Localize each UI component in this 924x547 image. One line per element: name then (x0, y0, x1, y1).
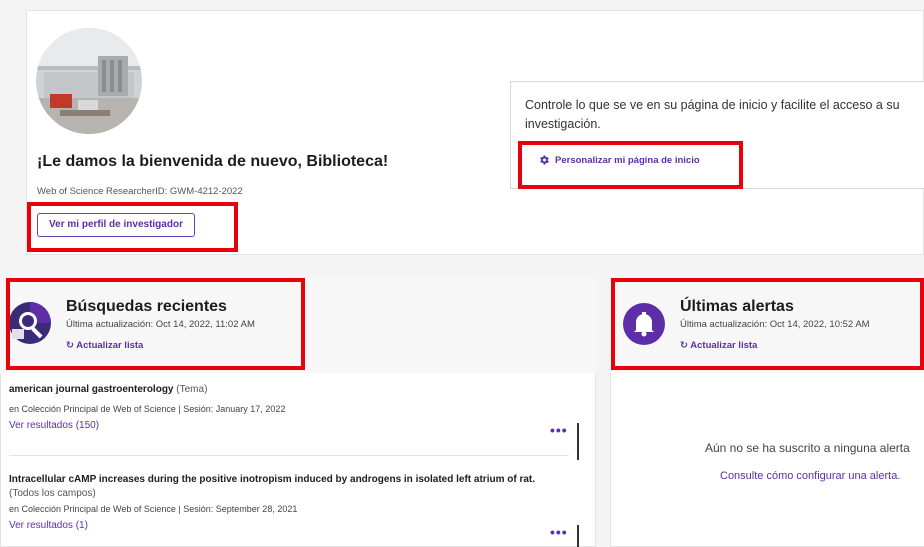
more-options-button[interactable]: ••• (550, 524, 568, 540)
recent-searches-refresh[interactable]: ↻ Actualizar lista (66, 340, 143, 351)
recent-refresh-label: Actualizar lista (76, 340, 144, 351)
recent-searches-title: Búsquedas recientes (66, 298, 227, 315)
bell-icon (623, 303, 665, 345)
search-history-icon (9, 302, 51, 344)
alerts-updated: Última actualización: Oct 14, 2022, 10:5… (680, 319, 870, 330)
search-field-label: (Todos los campos) (9, 488, 96, 499)
more-options-button[interactable]: ••• (550, 422, 568, 438)
refresh-icon: ↻ (66, 340, 74, 351)
alerts-help-link[interactable]: Consulte cómo configurar una alerta. (720, 470, 900, 482)
view-results-link[interactable]: Ver resultados (150) (9, 420, 99, 431)
scrollbar[interactable] (577, 525, 579, 547)
welcome-heading: ¡Le damos la bienvenida de nuevo, Biblio… (37, 153, 389, 170)
recent-searches-updated: Última actualización: Oct 14, 2022, 11:0… (66, 319, 255, 330)
customize-link-label: Personalizar mi página de inicio (555, 154, 700, 166)
view-profile-button[interactable]: Ver mi perfil de investigador (37, 213, 195, 237)
alerts-refresh[interactable]: ↻ Actualizar lista (680, 340, 757, 351)
avatar (36, 28, 142, 134)
customize-panel: Controle lo que se ve en su página de in… (510, 81, 924, 189)
customize-home-link[interactable]: Personalizar mi página de inicio (538, 154, 700, 166)
search-item-query[interactable]: american journal gastroenterology (Tema) (9, 384, 207, 395)
refresh-icon: ↻ (680, 340, 688, 351)
alerts-refresh-label: Actualizar lista (690, 340, 758, 351)
search-field-label: (Tema) (176, 384, 208, 395)
search-item-meta: en Colección Principal de Web of Science… (9, 504, 298, 514)
search-item-meta: en Colección Principal de Web of Science… (9, 404, 286, 414)
library-photo (36, 28, 142, 134)
view-results-link[interactable]: Ver resultados (1) (9, 520, 88, 531)
search-item-query[interactable]: Intracellular cAMP increases during the … (9, 474, 535, 485)
customize-description: Controle lo que se ve en su página de in… (525, 98, 900, 131)
researcher-id: Web of Science ResearcherID: GWM-4212-20… (37, 186, 243, 197)
divider (9, 455, 569, 456)
scrollbar[interactable] (577, 423, 579, 460)
alerts-empty-message: Aún no se ha suscrito a ninguna alerta (705, 441, 910, 455)
search-query-text: american journal gastroenterology (9, 384, 174, 395)
alerts-title: Últimas alertas (680, 298, 794, 315)
gear-icon (540, 155, 549, 165)
